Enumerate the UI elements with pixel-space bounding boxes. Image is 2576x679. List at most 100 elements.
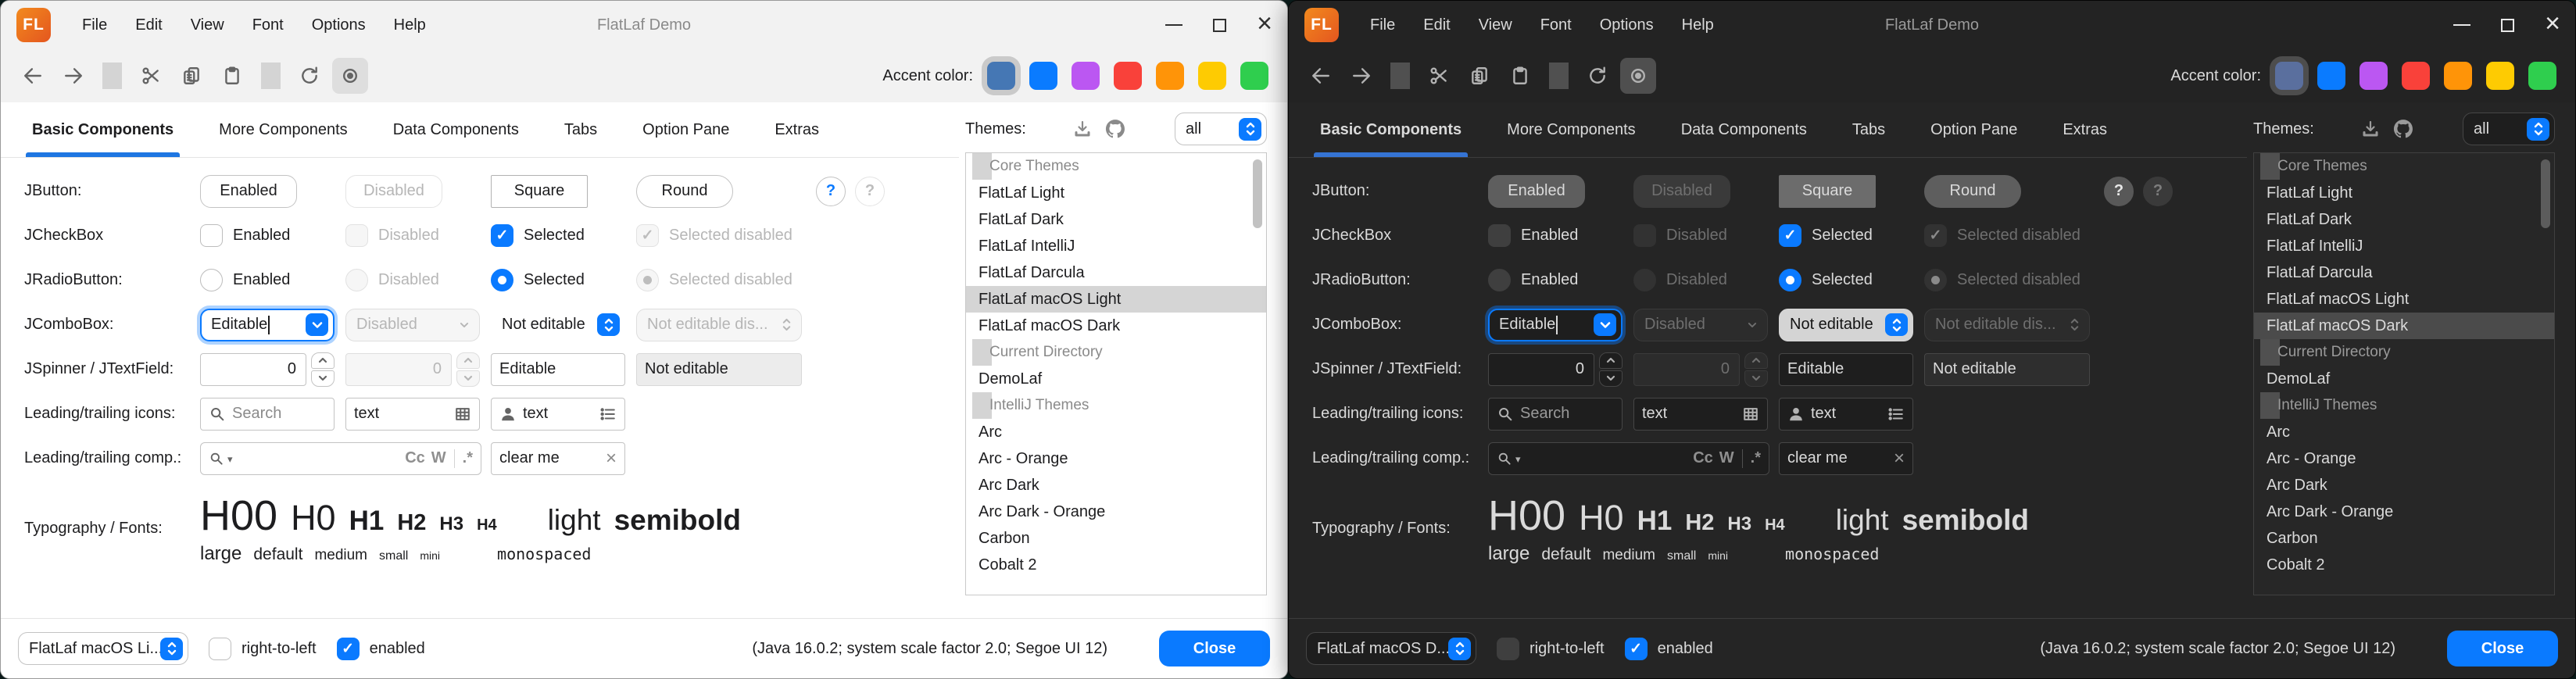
accent-swatch-7[interactable] [2528, 62, 2556, 90]
menu-file[interactable]: File [1356, 10, 1409, 41]
search-options-dropdown-icon[interactable] [1515, 449, 1521, 467]
whole-words-button[interactable]: W [1719, 449, 1734, 467]
maximize-button[interactable] [2485, 1, 2530, 49]
theme-item-flatlaf-macos-light[interactable]: FlatLaf macOS Light [2254, 286, 2554, 313]
chevron-up-down-icon[interactable] [1885, 313, 1908, 336]
cut-button[interactable] [1421, 58, 1457, 94]
calendar-icon[interactable] [1742, 406, 1759, 423]
menu-view[interactable]: View [1465, 10, 1526, 41]
accent-swatch-5[interactable] [1156, 62, 1184, 90]
user-field[interactable]: text [491, 398, 625, 431]
tab-data-components[interactable]: Data Components [393, 102, 519, 157]
user-field[interactable]: text [1779, 398, 1913, 431]
download-icon[interactable] [2361, 120, 2380, 138]
search-field[interactable]: Search [200, 398, 335, 431]
tab-tabs[interactable]: Tabs [1852, 102, 1885, 157]
date-field[interactable]: text [345, 398, 480, 431]
show-hidden-toggle[interactable] [1620, 58, 1656, 94]
checkbox-enabled[interactable] [1488, 224, 1511, 247]
chevron-up-down-icon[interactable] [1239, 118, 1261, 141]
clear-icon[interactable] [606, 448, 617, 470]
accent-swatch-6[interactable] [1198, 62, 1226, 90]
spinner-up-button[interactable] [1599, 352, 1623, 369]
tab-basic-components[interactable]: Basic Components [1320, 102, 1462, 157]
paste-button[interactable] [214, 58, 250, 94]
cut-button[interactable] [133, 58, 169, 94]
radio-enabled[interactable] [200, 269, 223, 291]
theme-item-flatlaf-dark[interactable]: FlatLaf Dark [966, 206, 1266, 233]
theme-item-demolaf[interactable]: DemoLaf [966, 366, 1266, 392]
checkbox-enabled[interactable] [200, 224, 223, 247]
menu-options[interactable]: Options [298, 10, 380, 41]
spinner[interactable]: 0 [200, 352, 335, 387]
chevron-down-icon[interactable] [1594, 313, 1616, 336]
accent-swatch-2[interactable] [2317, 62, 2345, 90]
github-icon[interactable] [1104, 118, 1126, 140]
theme-item-arc-dark-orange[interactable]: Arc Dark - Orange [2254, 499, 2554, 525]
theme-item-arc-dark-orange[interactable]: Arc Dark - Orange [966, 499, 1266, 525]
match-case-button[interactable]: Cc [1693, 449, 1713, 467]
forward-button[interactable] [1343, 58, 1379, 94]
round-button[interactable]: Round [636, 175, 733, 208]
tab-extras[interactable]: Extras [2063, 102, 2107, 157]
spinner-down-button[interactable] [1599, 370, 1623, 387]
back-button[interactable] [15, 58, 51, 94]
search-options-dropdown-icon[interactable] [227, 449, 233, 467]
scrollbar-thumb[interactable] [2541, 159, 2550, 228]
theme-item-flatlaf-light[interactable]: FlatLaf Light [966, 180, 1266, 206]
tab-option-pane[interactable]: Option Pane [642, 102, 729, 157]
regex-button[interactable]: .* [463, 449, 473, 467]
radio-enabled[interactable] [1488, 269, 1511, 291]
tab-tabs[interactable]: Tabs [564, 102, 597, 157]
not-editable-combobox[interactable]: Not editable [491, 309, 625, 341]
tab-more-components[interactable]: More Components [219, 102, 348, 157]
theme-item-carbon[interactable]: Carbon [2254, 525, 2554, 552]
tab-option-pane[interactable]: Option Pane [1930, 102, 2017, 157]
accent-swatch-4[interactable] [2402, 62, 2430, 90]
close-button[interactable]: Close [1159, 631, 1270, 666]
accent-swatch-1[interactable] [987, 62, 1015, 90]
laf-combobox[interactable]: FlatLaf macOS Li... [18, 632, 188, 665]
theme-item-arc-dark[interactable]: Arc Dark [2254, 472, 2554, 499]
right-to-left-checkbox[interactable] [1497, 638, 1519, 660]
list-icon[interactable] [599, 406, 617, 423]
scrollbar-thumb[interactable] [1253, 159, 1262, 228]
accent-swatch-5[interactable] [2444, 62, 2472, 90]
radio-selected[interactable] [491, 269, 513, 291]
clear-icon[interactable] [1894, 448, 1905, 470]
round-button[interactable]: Round [1924, 175, 2021, 208]
menu-edit[interactable]: Edit [121, 10, 176, 41]
download-icon[interactable] [1073, 120, 1092, 138]
accent-swatch-1[interactable] [2275, 62, 2303, 90]
theme-item-arc-orange[interactable]: Arc - Orange [966, 445, 1266, 472]
theme-item-cobalt-2[interactable]: Cobalt 2 [966, 552, 1266, 578]
menu-font[interactable]: Font [238, 10, 298, 41]
menu-view[interactable]: View [177, 10, 238, 41]
editable-textfield[interactable]: Editable [1779, 353, 1913, 386]
theme-item-flatlaf-intellij[interactable]: FlatLaf IntelliJ [2254, 233, 2554, 259]
search-with-options-field[interactable]: Cc W .* [1488, 442, 1769, 475]
theme-item-cobalt-2[interactable]: Cobalt 2 [2254, 552, 2554, 578]
accent-swatch-7[interactable] [1240, 62, 1268, 90]
enabled-checkbox[interactable] [1625, 638, 1648, 660]
date-field[interactable]: text [1633, 398, 1768, 431]
menu-help[interactable]: Help [1668, 10, 1728, 41]
theme-item-demolaf[interactable]: DemoLaf [2254, 366, 2554, 392]
theme-item-arc[interactable]: Arc [966, 419, 1266, 445]
tab-basic-components[interactable]: Basic Components [32, 102, 174, 157]
enabled-button[interactable]: Enabled [1488, 175, 1585, 208]
themes-filter-combobox[interactable]: all [1175, 113, 1267, 145]
theme-item-flatlaf-macos-light[interactable]: FlatLaf macOS Light [966, 286, 1266, 313]
laf-combobox[interactable]: FlatLaf macOS D... [1306, 632, 1476, 665]
maximize-button[interactable] [1197, 1, 1242, 49]
search-with-options-field[interactable]: Cc W .* [200, 442, 481, 475]
theme-item-arc-orange[interactable]: Arc - Orange [2254, 445, 2554, 472]
theme-item-flatlaf-intellij[interactable]: FlatLaf IntelliJ [966, 233, 1266, 259]
themes-filter-combobox[interactable]: all [2463, 113, 2555, 145]
enabled-checkbox[interactable] [337, 638, 360, 660]
minimize-button[interactable] [2439, 1, 2485, 49]
editable-combobox[interactable]: Editable [200, 309, 335, 341]
square-button[interactable]: Square [491, 175, 588, 208]
whole-words-button[interactable]: W [431, 449, 446, 467]
theme-item-flatlaf-darcula[interactable]: FlatLaf Darcula [966, 259, 1266, 286]
